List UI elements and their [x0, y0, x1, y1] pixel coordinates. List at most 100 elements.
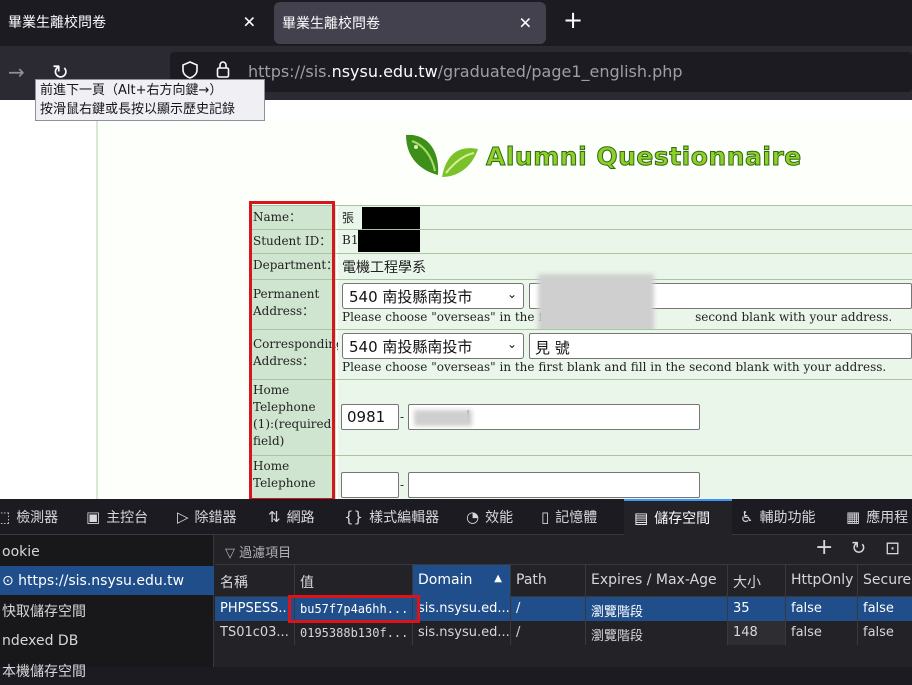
sidebar-item-cookies[interactable]: ookie — [0, 537, 214, 566]
tab-memory[interactable]: ▯ 記憶體 — [541, 499, 597, 535]
redaction-block — [358, 230, 420, 252]
tab-network[interactable]: ⇅ 網路 — [268, 499, 315, 535]
form-row-home-telephone-1: Home Telephone (1):(required field) 0981… — [250, 379, 912, 455]
page-title: Alumni Questionnaire — [486, 142, 802, 172]
corresponding-address-label: Corresponding Address： — [250, 330, 344, 379]
permanent-address-label: Permanent Address： — [250, 280, 336, 329]
form-row-student-id: Student ID： B1 — [250, 229, 912, 253]
column-header-name[interactable]: 名稱 — [215, 565, 294, 597]
column-header-secure[interactable]: Secure — [857, 565, 912, 597]
inspector-icon: ⬚ — [0, 508, 11, 526]
add-icon[interactable]: + — [815, 535, 833, 560]
performance-icon: ◔ — [466, 508, 480, 526]
sidebar-item-local-storage[interactable]: 本機儲存空間 — [0, 656, 214, 685]
form-row-name: Name： 張 — [250, 205, 912, 230]
column-header-expires[interactable]: Expires / Max-Age — [585, 565, 727, 597]
table-header: 名稱 值 Domain ▲ Path Expires / Max-Age 大小 H… — [215, 565, 912, 597]
tab-title: 畢業生離校問卷 — [282, 16, 380, 32]
form-row-corresponding-address: Corresponding Address： 540 南投縣南投市 ⌄ 見 號 P… — [250, 329, 912, 379]
department-label: Department： — [250, 254, 338, 279]
form-row-home-telephone-2: Home Telephone - — [250, 455, 912, 499]
cookie-table-panel: ▽ 過濾項目 + ↻ ⊡ 名稱 值 Domain ▲ Path Expires /… — [215, 535, 912, 667]
blurred-region — [538, 274, 654, 332]
name-value-cell: 張 — [338, 206, 912, 229]
name-value: 張 — [342, 211, 355, 225]
debugger-icon: ▷ — [177, 508, 189, 526]
blurred-region — [414, 410, 472, 426]
console-icon: ▣ — [86, 508, 101, 526]
column-header-httponly[interactable]: HttpOnly — [785, 565, 857, 597]
filter-bar: ▽ 過濾項目 + ↻ ⊡ — [215, 535, 912, 565]
corresponding-city-select[interactable]: 540 南投縣南投市 ⌄ — [342, 333, 524, 359]
cookie-size: 148 — [727, 621, 785, 645]
url-text[interactable]: https://sis.nsysu.edu.tw/graduated/page1… — [248, 62, 683, 81]
column-header-domain[interactable]: Domain ▲ — [412, 565, 510, 597]
new-tab-button[interactable]: + — [560, 6, 586, 34]
redaction-block — [362, 207, 420, 230]
cookie-value: bu57f7p4a6hh... — [294, 597, 412, 621]
style-editor-icon: {} — [344, 508, 364, 526]
home-telephone-1-label: Home Telephone (1):(required field) — [250, 380, 336, 455]
corresponding-address-input[interactable]: 見 號 — [529, 333, 912, 359]
sidebar-item-cache-storage[interactable]: 快取儲存空間 — [0, 596, 214, 625]
cookie-secure: false — [857, 597, 912, 621]
memory-icon: ▯ — [541, 508, 550, 526]
column-header-path[interactable]: Path — [510, 565, 585, 597]
tab-storage[interactable]: ▤ 儲存空間 — [624, 499, 732, 535]
devtools-toolbar: ⬚ 檢測器 ▣ 主控台 ▷ 除錯器 ⇅ 網路 {} 樣式編輯器 ◔ 效能 ▯ 記憶體 ▤ 儲存空… — [0, 499, 912, 535]
devtools-panel: ⬚ 檢測器 ▣ 主控台 ▷ 除錯器 ⇅ 網路 {} 樣式編輯器 ◔ 效能 ▯ 記憶體 ▤ 儲存空… — [0, 499, 912, 680]
column-header-value[interactable]: 值 — [294, 565, 412, 597]
forward-icon[interactable]: → — [8, 60, 25, 84]
tab-inspector[interactable]: ⬚ 檢測器 — [0, 499, 58, 535]
cookie-path: / — [510, 621, 585, 645]
cookie-httponly: false — [785, 621, 857, 645]
sidebar-item-indexed-db[interactable]: ndexed DB — [0, 626, 214, 655]
tab-application[interactable]: ▦ 應用程 — [846, 499, 908, 535]
browser-tab-active[interactable]: 畢業生離校問卷 ✕ — [274, 2, 546, 44]
student-id-value: B1 — [342, 233, 359, 247]
column-header-size[interactable]: 大小 — [727, 565, 785, 597]
cookie-size: 35 — [727, 597, 785, 621]
storage-sidebar: ookie ⊙ https://sis.nsysu.edu.tw 快取儲存空間 … — [0, 535, 214, 680]
table-empty-area — [215, 645, 912, 667]
tab-title: 畢業生離校問卷 — [8, 15, 106, 31]
page-content: Alumni Questionnaire Name： 張 Student ID：… — [0, 100, 912, 499]
home-telephone-2-area-input[interactable] — [341, 472, 399, 498]
home-telephone-2-label: Home Telephone — [250, 456, 336, 499]
sidebar-item-origin[interactable]: ⊙ https://sis.nsysu.edu.tw — [0, 566, 214, 595]
filter-input[interactable]: ▽ 過濾項目 — [225, 542, 291, 561]
dash-separator: - — [400, 478, 405, 492]
cookie-domain: sis.nsysu.ed... — [412, 597, 510, 621]
home-telephone-2-cell: - — [338, 456, 912, 499]
browser-tab[interactable]: 畢業生離校問卷 ✕ — [0, 0, 270, 44]
tab-style-editor[interactable]: {} 樣式編輯器 — [344, 499, 439, 535]
tab-accessibility[interactable]: ♿ 輔助功能 — [740, 499, 815, 535]
home-telephone-1-area-input[interactable]: 0981 — [341, 404, 399, 430]
leaf-logo-icon — [400, 127, 482, 191]
storage-icon: ▤ — [634, 509, 649, 527]
tab-debugger[interactable]: ▷ 除錯器 — [177, 499, 237, 535]
cookie-domain: sis.nsysu.ed... — [412, 621, 510, 645]
form-row-permanent-address: Permanent Address： 540 南投縣南投市 ⌄ Please ch… — [250, 274, 912, 332]
cookie-expires: 瀏覽階段 — [585, 597, 727, 621]
network-icon: ⇅ — [268, 508, 281, 526]
department-value: 電機工程學系 — [342, 260, 426, 276]
permanent-city-select[interactable]: 540 南投縣南投市 ⌄ — [342, 283, 524, 309]
url-bar[interactable]: https://sis.nsysu.edu.tw/graduated/page1… — [170, 52, 912, 92]
close-icon[interactable]: ✕ — [519, 14, 532, 33]
tab-console[interactable]: ▣ 主控台 — [86, 499, 148, 535]
corresponding-address-cell: 540 南投縣南投市 ⌄ 見 號 Please choose "overseas"… — [338, 330, 912, 379]
cookie-path: / — [510, 597, 585, 621]
sidebar-toggle-icon[interactable]: ⊡ — [885, 538, 900, 559]
close-icon[interactable]: ✕ — [243, 13, 256, 32]
name-label: Name： — [250, 206, 336, 229]
cookie-expires: 瀏覽階段 — [585, 621, 727, 645]
tab-strip: 畢業生離校問卷 ✕ 畢業生離校問卷 ✕ + — [0, 0, 912, 46]
table-row[interactable]: PHPSESS... bu57f7p4a6hh... sis.nsysu.ed.… — [215, 597, 912, 621]
tab-performance[interactable]: ◔ 效能 — [466, 499, 513, 535]
table-row[interactable]: TS01c03... 0195388b130f... sis.nsysu.ed.… — [215, 621, 912, 645]
refresh-icon[interactable]: ↻ — [851, 538, 866, 559]
student-id-value-cell: B1 — [338, 230, 912, 253]
home-telephone-2-number-input[interactable] — [408, 472, 700, 498]
chevron-down-icon: ⌄ — [506, 337, 517, 351]
